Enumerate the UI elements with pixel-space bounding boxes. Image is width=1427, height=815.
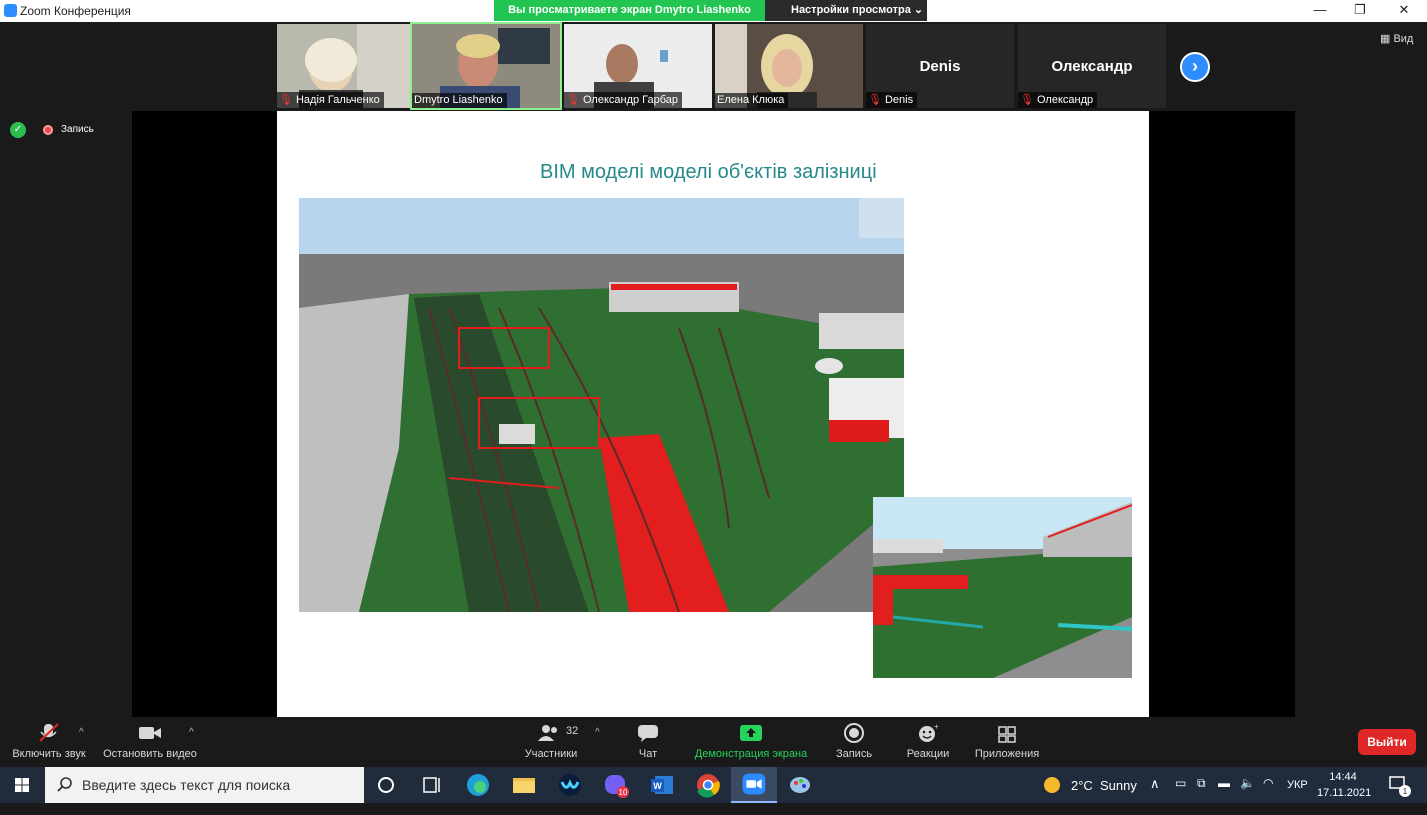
participant-name: 🎙 Олександр — [1018, 92, 1098, 108]
windows-taskbar: Введите здесь текст для поиска 10 W 2°C … — [0, 767, 1427, 803]
presentation-slide: BIM моделі моделі об'єктів залізниці — [277, 111, 1149, 717]
chat-label: Чат — [638, 748, 658, 760]
weather-description[interactable]: Sunny — [1100, 778, 1137, 814]
show-hidden-icons-chevron-icon[interactable]: ∧ — [1150, 776, 1160, 812]
speaker-icon[interactable]: 🔈 — [1240, 776, 1255, 812]
view-menu-button[interactable]: ▦ Вид — [1380, 32, 1413, 45]
file-explorer-icon[interactable] — [501, 767, 547, 803]
close-button[interactable]: ✕ — [1381, 0, 1427, 22]
apps-icon — [998, 726, 1016, 743]
chat-button[interactable]: Чат — [620, 717, 676, 767]
view-settings-label: Настройки просмотра — [791, 4, 911, 16]
meet-now-icon[interactable]: ▭ — [1175, 776, 1186, 812]
chevron-down-icon: ⌄ — [913, 4, 924, 16]
participant-tile[interactable]: Олександр 🎙 Олександр — [1018, 24, 1166, 108]
record-icon — [844, 723, 864, 743]
unmute-label: Включить звук — [12, 748, 86, 760]
share-screen-button[interactable]: Демонстрация экрана — [688, 717, 814, 767]
reactions-label: Реакции — [906, 748, 950, 760]
notifications-icon[interactable]: 1 — [1385, 767, 1415, 803]
slide-title: BIM моделі моделі об'єктів залізниці — [540, 161, 877, 183]
shield-icon[interactable]: ✓ — [10, 122, 26, 138]
task-view-icon[interactable] — [409, 767, 455, 803]
svg-text:+: + — [934, 723, 939, 731]
zoom-taskbar-icon[interactable] — [731, 767, 777, 803]
word-icon[interactable]: W — [639, 767, 685, 803]
participant-name: Елена Клюка — [715, 93, 789, 108]
mic-muted-icon: 🎙 — [868, 94, 882, 106]
record-label: Запись — [835, 748, 873, 760]
participants-count: 32 — [566, 725, 579, 737]
windows-start-icon[interactable] — [0, 767, 44, 803]
title-bar: Zoom Конференция Вы просматриваете экран… — [0, 0, 1427, 22]
maximize-button[interactable]: ❐ — [1337, 0, 1383, 22]
participant-tile[interactable]: 🎙 Олександр Гарбар — [564, 24, 712, 108]
clock-date: 17.11.2021 — [1317, 787, 1372, 799]
edge-browser-icon[interactable] — [455, 767, 501, 803]
recording-label: Запись — [61, 124, 94, 135]
unmute-button[interactable]: Включить звук — [6, 717, 92, 767]
participant-tile[interactable]: 🎙 Надія Гальченко — [277, 24, 425, 108]
chat-icon — [638, 725, 658, 742]
meeting-controls: Включить звук ^ Остановить видео ^ 32 Уч… — [0, 717, 1427, 767]
participant-tile[interactable]: Елена Клюка — [715, 24, 863, 108]
participant-name: 🎙 Олександр Гарбар — [564, 92, 683, 108]
cortana-icon[interactable] — [364, 767, 410, 803]
search-icon — [57, 777, 72, 792]
audio-options-caret-icon[interactable]: ^ — [79, 727, 84, 738]
video-options-caret-icon[interactable]: ^ — [189, 727, 194, 738]
stop-video-button[interactable]: Остановить видео — [100, 717, 200, 767]
participant-avatar-name: Denis — [919, 58, 961, 75]
next-page-arrow-icon[interactable]: › — [1180, 52, 1210, 82]
leave-meeting-button[interactable]: Выйти — [1358, 729, 1416, 755]
apps-button[interactable]: Приложения — [968, 717, 1046, 767]
viber-icon[interactable]: 10 — [593, 767, 639, 803]
mic-muted-icon: 🎙 — [566, 94, 580, 106]
taskbar-clock[interactable]: 14:44 17.11.2021 — [1317, 769, 1372, 801]
viber-badge-count: 10 — [619, 788, 628, 797]
mic-muted-icon: 🎙 — [279, 94, 293, 106]
participant-tile[interactable]: Denis 🎙 Denis — [866, 24, 1014, 108]
apps-label: Приложения — [974, 748, 1040, 760]
webex-icon[interactable] — [547, 767, 593, 803]
chrome-icon[interactable] — [685, 767, 731, 803]
mic-muted-icon: 🎙 — [1020, 94, 1034, 106]
window-title: Zoom Конференция — [20, 4, 131, 18]
weather-temperature[interactable]: 2°C — [1071, 778, 1093, 814]
recording-icon — [43, 125, 53, 135]
zoom-logo-icon — [4, 4, 17, 17]
participant-name: 🎙 Надія Гальченко — [277, 92, 384, 108]
display-icon[interactable]: ⧉ — [1197, 776, 1206, 812]
reactions-button[interactable]: + Реакции — [898, 717, 958, 767]
keyboard-language[interactable]: УКР — [1287, 779, 1308, 815]
participant-avatar-name: Олександр — [1051, 58, 1133, 75]
share-screen-label: Демонстрация экрана — [694, 748, 808, 760]
participants-label: Участники — [524, 748, 578, 760]
stop-video-label: Остановить видео — [103, 748, 197, 760]
search-placeholder: Введите здесь текст для поиска — [82, 777, 291, 793]
bim-model-render-inset — [873, 497, 1132, 678]
notification-count: 1 — [1403, 787, 1408, 796]
weather-sun-icon[interactable] — [1040, 767, 1062, 803]
view-settings-button[interactable]: Настройки просмотра ⌄ — [765, 0, 927, 21]
participants-button[interactable]: 32 Участники — [516, 717, 586, 767]
battery-icon[interactable]: ▬ — [1218, 776, 1230, 812]
participant-name: Dmytro Liashenko — [412, 93, 507, 108]
reactions-icon: + — [919, 723, 939, 742]
wifi-icon[interactable]: ◠ — [1263, 776, 1273, 812]
screen-share-banner: Вы просматриваете экран Dmytro Liashenko — [494, 0, 765, 21]
svg-text:W: W — [653, 781, 662, 791]
video-camera-icon — [139, 727, 161, 739]
paint-app-icon[interactable] — [777, 767, 823, 803]
participant-name: 🎙 Denis — [866, 92, 918, 108]
clock-time: 14:44 — [1329, 771, 1357, 783]
bim-model-render-main — [299, 198, 904, 612]
participants-options-caret-icon[interactable]: ^ — [595, 727, 600, 738]
taskbar-search-box[interactable]: Введите здесь текст для поиска — [45, 767, 364, 803]
participant-tile-active-speaker[interactable]: Dmytro Liashenko — [410, 22, 562, 110]
share-screen-icon — [740, 725, 762, 741]
record-button[interactable]: Запись — [826, 717, 882, 767]
